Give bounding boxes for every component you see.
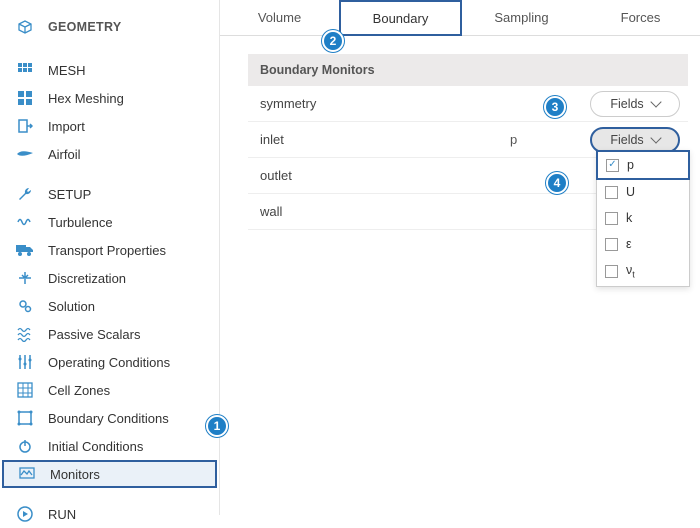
sidebar-item-cell-zones[interactable]: Cell Zones	[0, 376, 219, 404]
checkbox-icon[interactable]	[605, 265, 618, 278]
dropdown-item-u[interactable]: U	[597, 179, 689, 205]
sidebar-item-label: Transport Properties	[48, 243, 166, 258]
dropdown-item-epsilon[interactable]: ε	[597, 231, 689, 257]
sidebar-item-label: RUN	[48, 507, 76, 522]
dropdown-label: νt	[626, 263, 635, 280]
hex-icon	[16, 89, 34, 107]
dropdown-item-p[interactable]: p	[596, 150, 690, 180]
fields-button-symmetry[interactable]: Fields	[590, 91, 680, 117]
play-icon	[16, 505, 34, 523]
sidebar-item-run[interactable]: RUN	[0, 500, 219, 528]
sidebar-item-airfoil[interactable]: Airfoil	[0, 140, 219, 168]
sidebar-item-operating-conditions[interactable]: Operating Conditions	[0, 348, 219, 376]
sidebar-item-label: Monitors	[50, 467, 100, 482]
grid-icon	[16, 61, 34, 79]
boundary-icon	[16, 409, 34, 427]
dropdown-label: p	[627, 158, 634, 172]
tabs: Volume Boundary Sampling Forces	[220, 0, 700, 36]
wrench-icon	[16, 185, 34, 203]
wave-icon	[16, 213, 34, 231]
dropdown-item-nut[interactable]: νt	[597, 257, 689, 286]
sidebar-item-monitors[interactable]: Monitors	[2, 460, 217, 488]
tab-volume[interactable]: Volume	[220, 0, 339, 35]
dropdown-label: ε	[626, 237, 632, 251]
sidebar-section-geometry[interactable]: GEOMETRY	[0, 10, 219, 44]
checkbox-icon[interactable]	[605, 238, 618, 251]
sidebar-item-solution[interactable]: Solution	[0, 292, 219, 320]
tab-boundary[interactable]: Boundary	[339, 0, 462, 36]
sidebar-item-mesh[interactable]: MESH	[0, 56, 219, 84]
airfoil-icon	[16, 145, 34, 163]
tab-label: Sampling	[494, 10, 548, 25]
zone-icon	[16, 381, 34, 399]
main-content: Volume Boundary Sampling Forces Boundary…	[220, 0, 700, 515]
waves-icon	[16, 325, 34, 343]
panel-title: Boundary Monitors	[248, 54, 688, 86]
row-symmetry: symmetry Fields	[248, 86, 688, 122]
tab-label: Volume	[258, 10, 301, 25]
split-icon	[16, 269, 34, 287]
gears-icon	[16, 297, 34, 315]
tab-label: Forces	[621, 10, 661, 25]
power-icon	[16, 437, 34, 455]
dropdown-label: U	[626, 185, 635, 199]
sidebar: GEOMETRY MESH Hex Meshing Import Airfo	[0, 0, 220, 515]
sidebar-item-turbulence[interactable]: Turbulence	[0, 208, 219, 236]
fields-button-inlet[interactable]: Fields	[590, 127, 680, 153]
fields-label: Fields	[610, 133, 643, 147]
tab-forces[interactable]: Forces	[581, 0, 700, 35]
sidebar-item-setup[interactable]: SETUP	[0, 180, 219, 208]
step-badge-1: 1	[206, 415, 228, 437]
sidebar-item-initial-conditions[interactable]: Initial Conditions	[0, 432, 219, 460]
tab-sampling[interactable]: Sampling	[462, 0, 581, 35]
chevron-down-icon	[650, 96, 661, 107]
sidebar-item-label: MESH	[48, 63, 86, 78]
step-badge-4: 4	[546, 172, 568, 194]
monitor-icon	[18, 465, 36, 483]
checkbox-icon[interactable]	[605, 186, 618, 199]
dropdown-item-k[interactable]: k	[597, 205, 689, 231]
sidebar-item-label: Boundary Conditions	[48, 411, 169, 426]
sidebar-item-import[interactable]: Import	[0, 112, 219, 140]
fields-dropdown: p U k ε νt	[596, 150, 690, 287]
row-mid: p	[510, 132, 590, 147]
sidebar-item-boundary-conditions[interactable]: Boundary Conditions	[0, 404, 219, 432]
sidebar-item-label: Turbulence	[48, 215, 113, 230]
fields-label: Fields	[610, 97, 643, 111]
sidebar-item-label: Solution	[48, 299, 95, 314]
sliders-icon	[16, 353, 34, 371]
checkbox-icon[interactable]	[606, 159, 619, 172]
checkbox-icon[interactable]	[605, 212, 618, 225]
sidebar-item-label: Passive Scalars	[48, 327, 140, 342]
step-badge-2: 2	[322, 30, 344, 52]
truck-icon	[16, 241, 34, 259]
sidebar-item-label: Hex Meshing	[48, 91, 124, 106]
sidebar-item-label: Import	[48, 119, 85, 134]
sidebar-item-transport-properties[interactable]: Transport Properties	[0, 236, 219, 264]
sidebar-item-label: Cell Zones	[48, 383, 110, 398]
sidebar-item-label: SETUP	[48, 187, 91, 202]
chevron-down-icon	[650, 132, 661, 143]
sidebar-item-hex-meshing[interactable]: Hex Meshing	[0, 84, 219, 112]
sidebar-item-label: Operating Conditions	[48, 355, 170, 370]
cube-icon	[16, 18, 34, 36]
sidebar-item-label: Initial Conditions	[48, 439, 143, 454]
sidebar-item-discretization[interactable]: Discretization	[0, 264, 219, 292]
sidebar-section-label: GEOMETRY	[48, 20, 121, 34]
dropdown-label: k	[626, 211, 632, 225]
step-badge-3: 3	[544, 96, 566, 118]
sidebar-item-label: Discretization	[48, 271, 126, 286]
sidebar-item-passive-scalars[interactable]: Passive Scalars	[0, 320, 219, 348]
tab-label: Boundary	[373, 11, 429, 26]
row-label: inlet	[260, 132, 510, 147]
row-label: symmetry	[260, 96, 510, 111]
import-icon	[16, 117, 34, 135]
sidebar-item-label: Airfoil	[48, 147, 81, 162]
